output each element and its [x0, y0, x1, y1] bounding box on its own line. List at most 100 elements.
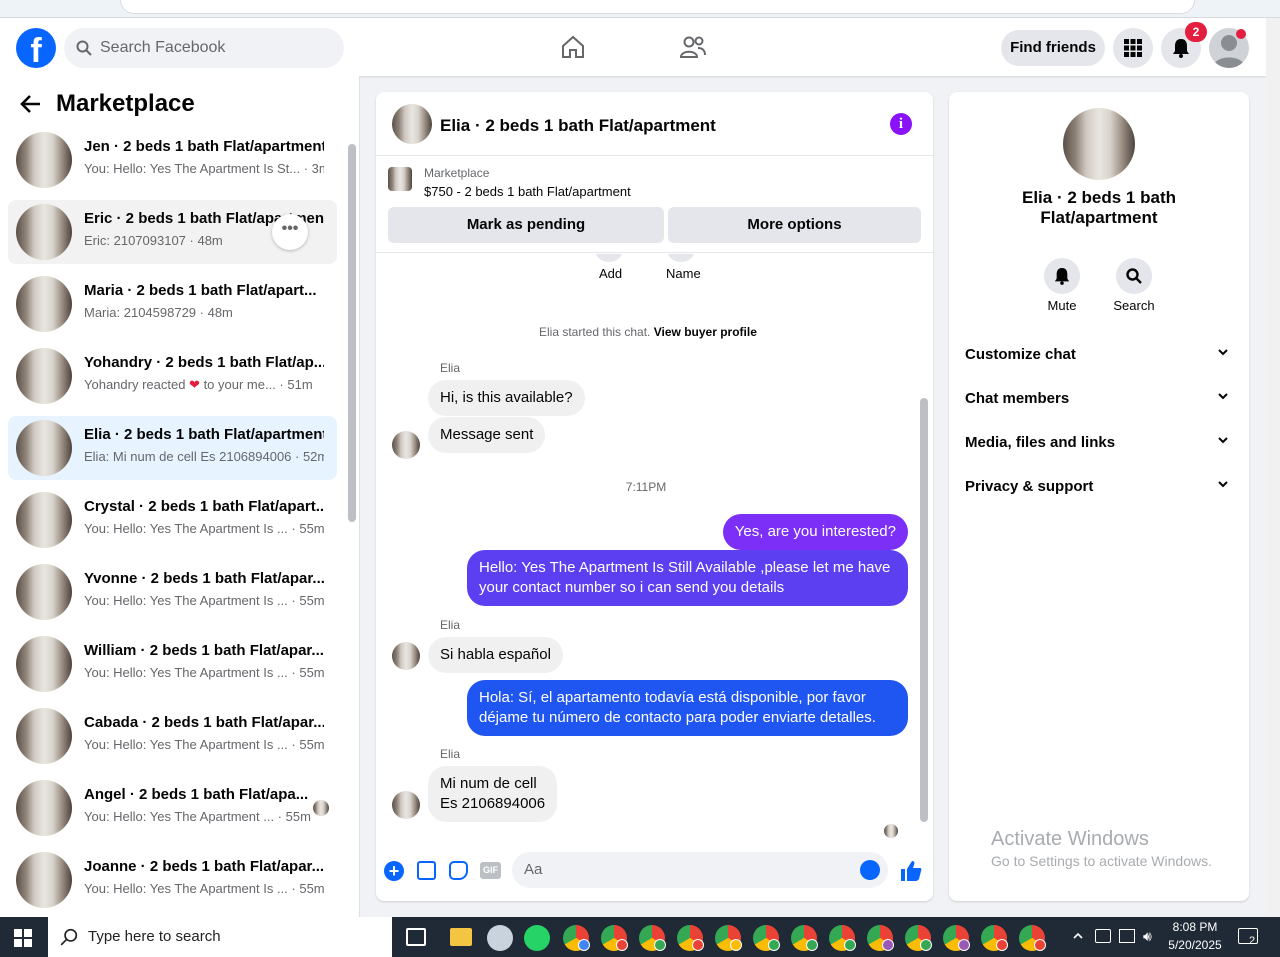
plus-icon[interactable]: + [384, 861, 404, 881]
chat-avatar[interactable] [392, 104, 432, 144]
chrome-window-icon[interactable] [715, 925, 742, 951]
top-navigation: f Search Facebook Find friends 2 [0, 18, 1266, 76]
media-files-links-section[interactable]: Media, files and links [965, 434, 1235, 451]
message-incoming[interactable]: Si habla español [428, 637, 563, 673]
activate-windows-title: Activate Windows [991, 828, 1149, 850]
chrome-window-icon[interactable] [601, 925, 628, 951]
photo-icon[interactable] [417, 861, 436, 880]
emoji-icon[interactable] [860, 860, 880, 880]
like-icon[interactable] [900, 860, 922, 887]
message-outgoing[interactable]: Hello: Yes The Apartment Is Still Availa… [467, 550, 908, 606]
sidebar-scrollbar[interactable] [347, 128, 357, 917]
message-input[interactable]: Aa [512, 852, 888, 888]
heart-icon: ❤ [185, 377, 204, 392]
chrome-window-icon[interactable] [753, 925, 780, 951]
windows-start-icon[interactable] [14, 929, 32, 952]
listing-avatar [16, 780, 72, 836]
chrome-window-icon[interactable] [677, 925, 704, 951]
sender-avatar[interactable] [392, 642, 420, 670]
clock-date[interactable]: 5/20/2025 [1162, 938, 1228, 952]
profile-badge [616, 939, 628, 951]
conversation-title: Jen · 2 beds 1 bath Flat/apartment [84, 138, 324, 155]
chrome-window-icon[interactable] [867, 925, 894, 951]
info-icon[interactable]: i [890, 113, 912, 135]
page-scrollbar[interactable] [1266, 18, 1280, 917]
file-explorer-icon[interactable] [450, 928, 472, 946]
mute-button[interactable] [1044, 258, 1080, 294]
chevron-down-icon [1218, 481, 1228, 488]
conversation-item[interactable]: Eric · 2 beds 1 bath Flat/apartment Eric:… [8, 200, 337, 264]
back-arrow-icon[interactable] [20, 94, 42, 119]
conversation-item[interactable]: Joanne · 2 beds 1 bath Flat/apar... You: … [8, 848, 337, 912]
conversation-item[interactable]: Yvonne · 2 beds 1 bath Flat/apar... You: … [8, 560, 337, 624]
clock-time[interactable]: 8:08 PM [1166, 920, 1224, 934]
find-friends-button[interactable]: Find friends [1001, 30, 1105, 66]
security-tray-icon[interactable] [1095, 929, 1111, 943]
listing-thumbnail[interactable] [388, 167, 412, 191]
taskbar-search-input[interactable]: Type here to search [48, 917, 392, 957]
chrome-window-icon[interactable] [905, 925, 932, 951]
grid-icon [1124, 39, 1142, 57]
message-input-placeholder: Aa [524, 861, 543, 878]
conversation-item[interactable]: Maria · 2 beds 1 bath Flat/apart... Maria… [8, 272, 337, 336]
whatsapp-icon[interactable] [524, 925, 550, 951]
listing-banner: Marketplace $750 - 2 beds 1 bath Flat/ap… [376, 157, 933, 253]
mark-as-pending-button[interactable]: Mark as pending [388, 207, 664, 243]
search-in-chat-button[interactable] [1116, 258, 1152, 294]
home-icon[interactable] [560, 34, 586, 65]
network-icon[interactable] [1119, 929, 1135, 943]
conversation-more-button[interactable]: ••• [272, 214, 308, 250]
sender-avatar[interactable] [392, 431, 420, 459]
profile-badge [730, 939, 742, 951]
listing-summary[interactable]: $750 - 2 beds 1 bath Flat/apartment [424, 184, 631, 199]
chrome-window-icon[interactable] [791, 925, 818, 951]
message-incoming[interactable]: Mi num de cell Es 2106894006 [428, 766, 558, 822]
chevron-up-icon[interactable] [1072, 929, 1084, 947]
add-shortcut-icon[interactable] [594, 254, 624, 262]
friends-icon[interactable] [679, 34, 707, 65]
conversation-item[interactable]: Cabada · 2 beds 1 bath Flat/apar... You: … [8, 704, 337, 768]
conversation-item[interactable]: Elia · 2 beds 1 bath Flat/apartment Elia:… [8, 416, 337, 480]
sticker-icon[interactable] [449, 861, 468, 880]
volume-icon[interactable]: 🔊︎ [1143, 928, 1152, 945]
customize-chat-section[interactable]: Customize chat [965, 346, 1235, 363]
conversation-item[interactable]: Crystal · 2 beds 1 bath Flat/apart... You… [8, 488, 337, 552]
facebook-logo-icon[interactable]: f [16, 28, 56, 68]
profile-badge [692, 939, 704, 951]
app-icon[interactable] [487, 925, 513, 951]
message-outgoing[interactable]: Yes, are you interested? [722, 514, 908, 550]
message-incoming[interactable]: Message sent [428, 417, 546, 453]
listing-avatar [16, 420, 72, 476]
chrome-window-icon[interactable] [639, 925, 666, 951]
address-bar[interactable] [120, 0, 1195, 14]
name-label[interactable]: Name [666, 266, 701, 281]
conversation-item[interactable]: William · 2 beds 1 bath Flat/apar... You:… [8, 632, 337, 696]
task-view-icon[interactable] [406, 928, 426, 946]
chrome-window-icon[interactable] [943, 925, 970, 951]
chrome-window-icon[interactable] [563, 925, 590, 951]
name-shortcut-icon[interactable] [666, 254, 696, 262]
chrome-window-icon[interactable] [1019, 925, 1046, 951]
chat-title[interactable]: Elia · 2 beds 1 bath Flat/apartment [440, 116, 716, 136]
menu-grid-button[interactable] [1113, 28, 1153, 68]
conversation-item[interactable]: Angel · 2 beds 1 bath Flat/apa... You: He… [8, 776, 337, 840]
conversation-item[interactable]: Yohandry · 2 beds 1 bath Flat/ap... Yohan… [8, 344, 337, 408]
chat-header: Elia · 2 beds 1 bath Flat/apartment i [376, 92, 933, 156]
thread-scrollbar[interactable] [919, 258, 929, 828]
view-buyer-profile-link[interactable]: View buyer profile [654, 325, 757, 339]
notifications-button[interactable]: 2 [1161, 22, 1207, 68]
search-input[interactable]: Search Facebook [64, 28, 344, 68]
privacy-support-section[interactable]: Privacy & support [965, 478, 1235, 495]
chat-members-section[interactable]: Chat members [965, 390, 1235, 407]
details-avatar[interactable] [1063, 108, 1135, 180]
chrome-window-icon[interactable] [829, 925, 856, 951]
add-label[interactable]: Add [599, 266, 622, 281]
message-outgoing[interactable]: Hola: Sí, el apartamento todavía está di… [467, 680, 908, 736]
message-incoming[interactable]: Hi, is this available? [428, 380, 585, 416]
sender-avatar[interactable] [392, 791, 420, 819]
more-options-button[interactable]: More options [668, 207, 921, 243]
conversation-item[interactable]: Jen · 2 beds 1 bath Flat/apartment You: H… [8, 128, 337, 192]
gif-icon[interactable]: GIF [480, 862, 501, 879]
chrome-window-icon[interactable] [981, 925, 1008, 951]
mute-label: Mute [1047, 298, 1077, 313]
